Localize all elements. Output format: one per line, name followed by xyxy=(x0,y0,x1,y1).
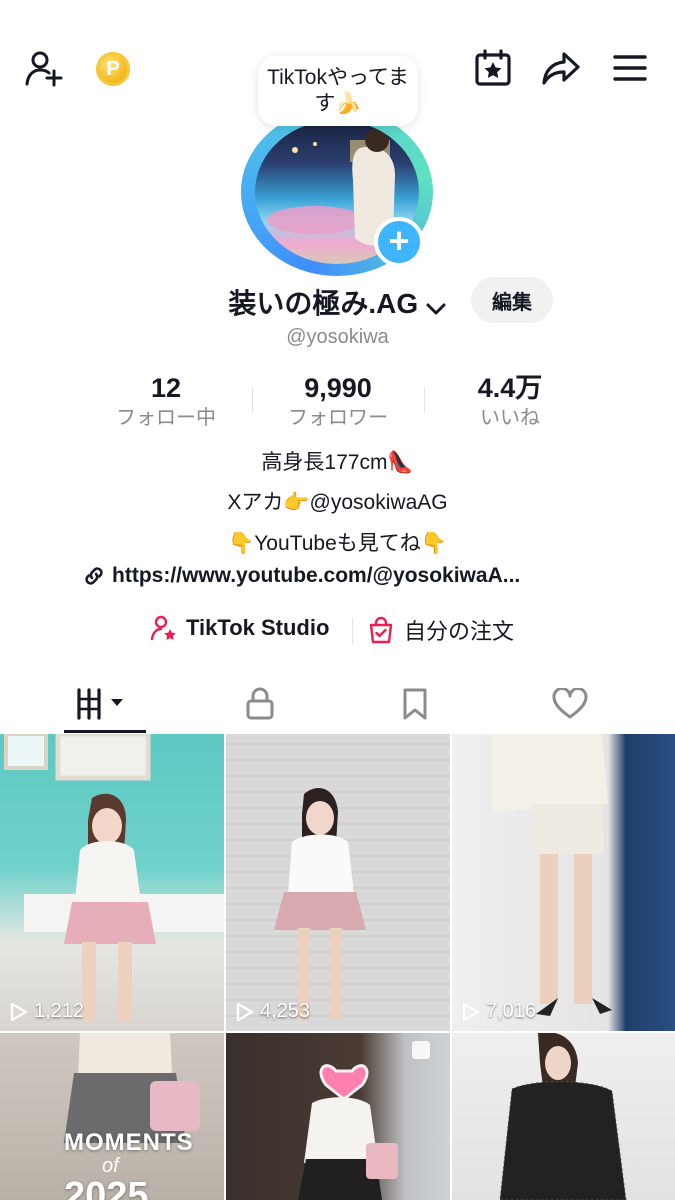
link-icon xyxy=(85,567,103,585)
stat-value: 4.4万 xyxy=(477,373,543,403)
video-thumbnail[interactable] xyxy=(226,1033,450,1200)
stat-label: フォロー中 xyxy=(116,407,216,429)
tiktok-studio-button[interactable]: TikTok Studio xyxy=(150,614,329,642)
tab-liked[interactable] xyxy=(486,676,654,732)
video-thumbnail[interactable] xyxy=(452,1033,675,1200)
bio-line: Xアカ👉@yosokiwaAG xyxy=(227,491,448,514)
play-icon xyxy=(462,1002,480,1021)
shopping-bag-icon xyxy=(369,616,393,644)
view-count: 7,016 xyxy=(462,1000,536,1023)
stat-label: フォロワー xyxy=(288,407,388,429)
nickname-bubble[interactable]: TikTokやってます🍌 xyxy=(258,56,418,126)
stat-divider xyxy=(252,387,253,413)
menu-icon[interactable] xyxy=(608,46,652,90)
studio-person-star-icon xyxy=(150,615,176,641)
view-count-text: 7,016 xyxy=(486,1000,537,1022)
tab-favorites[interactable] xyxy=(331,676,499,732)
stat-likes[interactable]: 4.4万 いいね xyxy=(430,372,590,432)
stat-following[interactable]: 12 フォロー中 xyxy=(86,372,246,432)
moments-overlay-title: MOMENTS xyxy=(64,1129,194,1156)
heart-icon xyxy=(552,688,588,719)
bio-link[interactable]: https://www.youtube.com/@yosokiwaA... xyxy=(82,564,520,588)
add-friend-icon[interactable] xyxy=(22,46,66,90)
stat-value: 9,990 xyxy=(304,373,372,403)
username-handle: @yosokiwa xyxy=(286,326,389,348)
active-tab-indicator xyxy=(64,730,146,733)
bookmark-icon xyxy=(403,688,427,720)
chevron-down-icon xyxy=(426,303,446,315)
bubble-text: TikTokやってます🍌 xyxy=(267,66,409,115)
video-thumbnail[interactable]: 4,253 xyxy=(226,734,450,1031)
edit-profile-button[interactable]: 編集 xyxy=(471,277,553,323)
view-count-text: 4,253 xyxy=(260,1000,311,1022)
tiktok-studio-label: TikTok Studio xyxy=(186,615,330,640)
coin-icon[interactable]: P xyxy=(96,52,130,86)
display-name: 装いの極み.AG xyxy=(228,288,419,319)
video-thumbnail[interactable]: MOMENTS of 2025 xyxy=(0,1033,224,1200)
bio-link-text: https://www.youtube.com/@yosokiwaA... xyxy=(112,564,521,587)
stat-divider xyxy=(424,387,425,413)
moments-overlay-year: 2025 xyxy=(64,1175,149,1200)
add-story-button[interactable]: + xyxy=(374,217,424,267)
tab-videos[interactable] xyxy=(21,676,189,732)
view-count: 4,253 xyxy=(236,1000,310,1023)
my-orders-label: 自分の注文 xyxy=(404,619,515,644)
grid-bars-icon xyxy=(77,688,123,720)
view-count: 1,212 xyxy=(10,1000,84,1023)
display-name-row[interactable]: 装いの極み.AG xyxy=(0,282,675,322)
coin-symbol: P xyxy=(106,57,120,80)
calendar-star-icon[interactable] xyxy=(471,46,515,90)
video-thumbnail[interactable]: 1,212 xyxy=(0,734,224,1031)
tools-divider xyxy=(352,618,353,644)
view-count-text: 1,212 xyxy=(34,1000,85,1022)
my-orders-button[interactable]: 自分の注文 xyxy=(368,614,514,646)
tab-private[interactable] xyxy=(176,676,344,732)
video-thumbnail[interactable]: 7,016 xyxy=(452,734,675,1031)
stat-followers[interactable]: 9,990 フォロワー xyxy=(258,372,418,432)
bio-line: 👇YouTubeも見てね👇 xyxy=(228,532,447,555)
lock-icon xyxy=(246,687,274,720)
stat-label: いいね xyxy=(480,407,540,429)
share-icon[interactable] xyxy=(539,46,583,90)
play-icon xyxy=(236,1002,254,1021)
stat-value: 12 xyxy=(150,373,182,403)
play-icon xyxy=(10,1002,28,1021)
bio-line: 高身長177cm👠 xyxy=(261,451,414,474)
